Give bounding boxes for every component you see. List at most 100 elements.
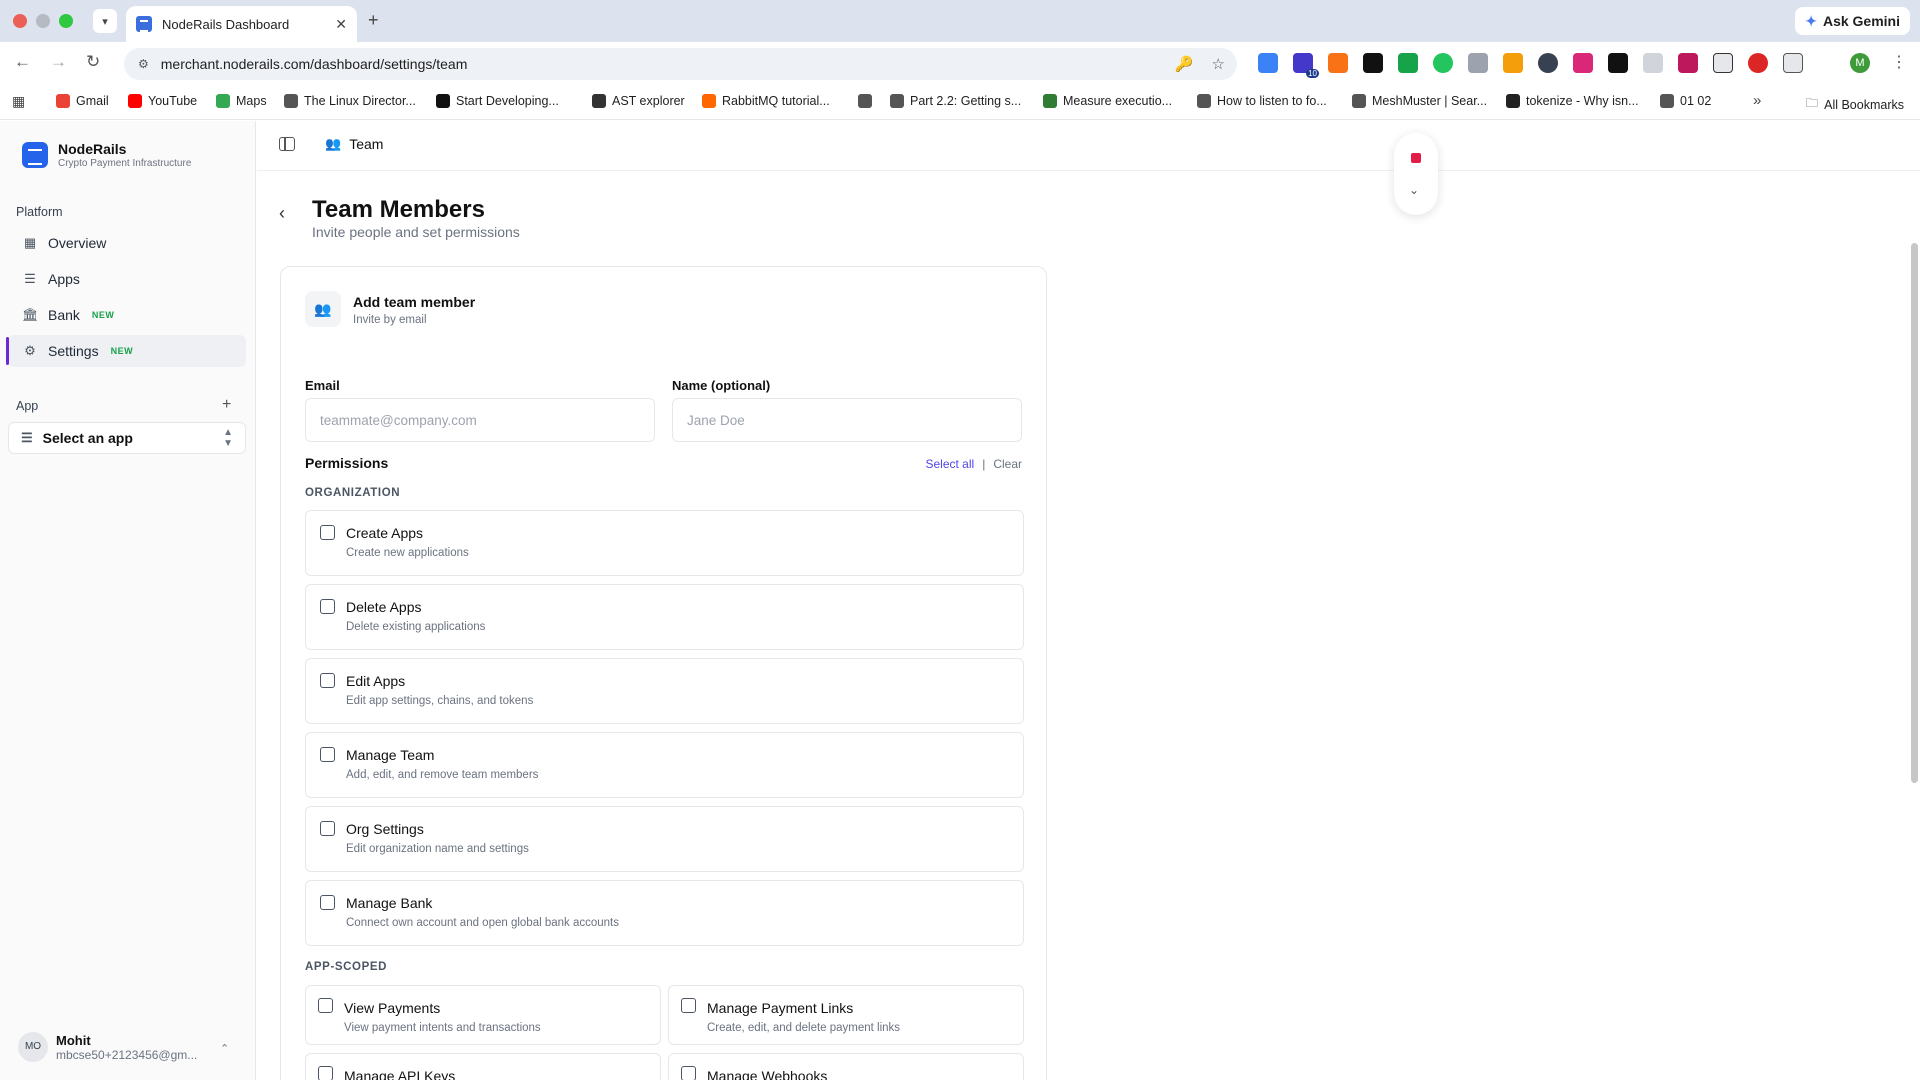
sidebar-item-bank[interactable]: 🏛 Bank NEW bbox=[8, 299, 246, 331]
chevron-up-icon[interactable]: ⌃ bbox=[220, 1042, 229, 1055]
maximize-window-button[interactable] bbox=[59, 14, 73, 28]
edit-apps-checkbox[interactable] bbox=[320, 673, 335, 688]
manage-team-checkbox[interactable] bbox=[320, 747, 335, 762]
org-settings-checkbox[interactable] bbox=[320, 821, 335, 836]
bookmark-item[interactable]: Start Developing... bbox=[436, 94, 559, 108]
extension-icon[interactable] bbox=[1713, 53, 1733, 73]
brand-name: NodeRails bbox=[58, 141, 127, 157]
permission-view-payments[interactable]: View Payments View payment intents and t… bbox=[305, 985, 661, 1045]
close-tab-icon[interactable]: ✕ bbox=[335, 16, 347, 33]
profile-avatar[interactable]: M bbox=[1850, 53, 1870, 73]
tab-title: NodeRails Dashboard bbox=[162, 16, 290, 32]
close-window-button[interactable] bbox=[13, 14, 27, 28]
bookmark-item[interactable]: 01 02 bbox=[1660, 94, 1711, 108]
sidebar-item-label: Settings bbox=[48, 343, 99, 359]
extension-icon[interactable] bbox=[1608, 53, 1628, 73]
extension-icon[interactable] bbox=[1643, 53, 1663, 73]
permission-delete-apps[interactable]: Delete Apps Delete existing applications bbox=[305, 584, 1024, 650]
back-button[interactable]: ← bbox=[14, 52, 31, 72]
extension-icon[interactable] bbox=[1258, 53, 1278, 73]
sidebar-item-settings[interactable]: ⚙ Settings NEW bbox=[6, 335, 246, 367]
permission-create-apps[interactable]: Create Apps Create new applications bbox=[305, 510, 1024, 576]
permission-org-settings[interactable]: Org Settings Edit organization name and … bbox=[305, 806, 1024, 872]
bookmark-item[interactable]: AST explorer bbox=[592, 94, 685, 108]
all-bookmarks-label: All Bookmarks bbox=[1824, 97, 1904, 112]
view-payments-checkbox[interactable] bbox=[318, 998, 333, 1013]
organization-group-label: ORGANIZATION bbox=[305, 487, 401, 499]
bookmark-item[interactable]: Part 2.2: Getting s... bbox=[890, 94, 1021, 108]
extension-icon[interactable] bbox=[1433, 53, 1453, 73]
bookmark-item[interactable]: The Linux Director... bbox=[284, 94, 416, 108]
permission-name: View Payments bbox=[344, 1000, 441, 1016]
permission-manage-api-keys[interactable]: Manage API Keys bbox=[305, 1053, 661, 1080]
bookmark-item[interactable]: MeshMuster | Sear... bbox=[1352, 94, 1487, 108]
add-app-button[interactable]: + bbox=[222, 396, 231, 414]
reload-button[interactable]: ↻ bbox=[86, 52, 100, 72]
extension-icon[interactable] bbox=[1678, 53, 1698, 73]
download-extension-icon[interactable] bbox=[1398, 53, 1418, 73]
create-apps-checkbox[interactable] bbox=[320, 525, 335, 540]
all-bookmarks-button[interactable]: 🗀 All Bookmarks bbox=[1806, 94, 1904, 115]
permission-manage-webhooks[interactable]: Manage Webhooks bbox=[668, 1053, 1024, 1080]
clear-link[interactable]: Clear bbox=[993, 457, 1022, 471]
extension-icon[interactable] bbox=[1573, 53, 1593, 73]
select-app-dropdown[interactable]: ☰ Select an app ▲ ▼ bbox=[8, 422, 246, 454]
password-key-icon[interactable]: 🔑 bbox=[1175, 55, 1194, 73]
stop-recording-icon[interactable] bbox=[1411, 153, 1421, 163]
sidebar-item-label: Apps bbox=[48, 271, 80, 287]
browser-tab[interactable]: NodeRails Dashboard ✕ bbox=[126, 6, 357, 42]
permission-manage-payment-links[interactable]: Manage Payment Links Create, edit, and d… bbox=[668, 985, 1024, 1045]
manage-webhooks-checkbox[interactable] bbox=[681, 1066, 696, 1080]
extension-icon[interactable] bbox=[1503, 53, 1523, 73]
bookmark-item[interactable]: Measure executio... bbox=[1043, 94, 1172, 108]
delete-apps-checkbox[interactable] bbox=[320, 599, 335, 614]
bookmark-label: Gmail bbox=[76, 94, 109, 108]
manage-bank-checkbox[interactable] bbox=[320, 895, 335, 910]
sidebar-item-apps[interactable]: ☰ Apps bbox=[8, 263, 246, 295]
new-tab-button[interactable]: + bbox=[368, 10, 379, 31]
brand[interactable]: NodeRails Crypto Payment Infrastructure bbox=[22, 141, 191, 169]
permission-actions: Select all | Clear bbox=[925, 457, 1022, 471]
bookmark-item[interactable]: tokenize - Why isn... bbox=[1506, 94, 1639, 108]
extension-icon[interactable]: 10 bbox=[1293, 53, 1319, 78]
bookmark-item[interactable] bbox=[858, 94, 878, 108]
user-menu[interactable]: MO Mohit mbcse50+2123456@gm... bbox=[18, 1032, 197, 1062]
permission-manage-bank[interactable]: Manage Bank Connect own account and open… bbox=[305, 880, 1024, 946]
select-app-label: Select an app bbox=[42, 430, 133, 446]
ask-gemini-button[interactable]: ✦ Ask Gemini bbox=[1795, 7, 1910, 35]
bookmark-item[interactable]: How to listen to fo... bbox=[1197, 94, 1327, 108]
screen-recorder-widget[interactable]: ⌄ bbox=[1394, 133, 1438, 215]
sidebar-item-overview[interactable]: ▦ Overview bbox=[8, 227, 246, 259]
minimize-window-button[interactable] bbox=[36, 14, 50, 28]
page-scrollbar[interactable] bbox=[1911, 243, 1918, 783]
extension-icon[interactable] bbox=[1468, 53, 1488, 73]
puzzle-extensions-icon[interactable] bbox=[1783, 53, 1803, 73]
back-arrow-icon[interactable]: ‹ bbox=[279, 203, 285, 224]
bookmark-star-icon[interactable]: ☆ bbox=[1212, 55, 1225, 73]
chevron-down-icon[interactable]: ⌄ bbox=[1409, 183, 1419, 197]
tab-search-button[interactable]: ▾ bbox=[93, 9, 117, 33]
breadcrumb: 👥 Team bbox=[325, 136, 383, 152]
permission-manage-team[interactable]: Manage Team Add, edit, and remove team m… bbox=[305, 732, 1024, 798]
select-all-link[interactable]: Select all bbox=[925, 457, 974, 471]
browser-menu-icon[interactable]: ⋮ bbox=[1891, 52, 1907, 72]
address-bar[interactable]: ⚙ merchant.noderails.com/dashboard/setti… bbox=[124, 48, 1237, 80]
apps-grid-icon[interactable]: ▦ bbox=[12, 93, 25, 110]
site-info-icon[interactable]: ⚙ bbox=[138, 57, 149, 71]
bookmark-item[interactable]: YouTube bbox=[128, 94, 197, 108]
toggle-sidebar-icon[interactable] bbox=[279, 137, 295, 151]
metamask-icon[interactable] bbox=[1328, 53, 1348, 73]
more-bookmarks-icon[interactable]: » bbox=[1753, 92, 1761, 109]
manage-payment-links-checkbox[interactable] bbox=[681, 998, 696, 1013]
bookmark-item[interactable]: RabbitMQ tutorial... bbox=[702, 94, 830, 108]
email-field[interactable] bbox=[305, 398, 655, 442]
medium-icon[interactable] bbox=[1363, 53, 1383, 73]
bookmark-item[interactable]: Maps bbox=[216, 94, 267, 108]
extension-icon[interactable] bbox=[1538, 53, 1558, 73]
permission-edit-apps[interactable]: Edit Apps Edit app settings, chains, and… bbox=[305, 658, 1024, 724]
manage-api-keys-checkbox[interactable] bbox=[318, 1066, 333, 1080]
bookmark-item[interactable]: Gmail bbox=[56, 94, 109, 108]
extension-icon[interactable] bbox=[1748, 53, 1768, 73]
name-field[interactable] bbox=[672, 398, 1022, 442]
forward-button[interactable]: → bbox=[50, 52, 67, 72]
